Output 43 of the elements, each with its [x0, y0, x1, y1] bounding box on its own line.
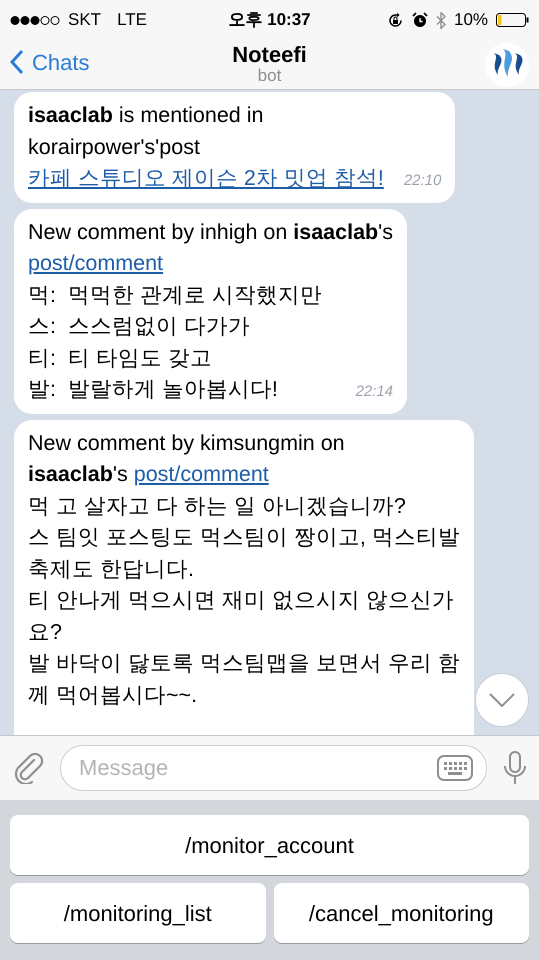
message-text: 스: 스스럼없이 다가가	[28, 313, 250, 340]
keyboard-icon[interactable]	[437, 755, 473, 781]
bot-command-button[interactable]: /monitoring_list	[10, 883, 266, 943]
attach-icon[interactable]	[12, 752, 44, 784]
chat-subtitle: bot	[256, 67, 282, 86]
bot-command-button[interactable]: /cancel_monitoring	[274, 883, 529, 943]
post-link[interactable]: 카페 스튜디오 제이슨 2차 밋업 참석!	[28, 163, 384, 194]
bluetooth-icon	[436, 12, 446, 28]
microphone-icon[interactable]	[503, 751, 527, 785]
bot-command-button[interactable]: /monitor_account	[10, 815, 529, 875]
message-time: 22:14	[354, 382, 394, 402]
message-text: 요?	[28, 618, 62, 646]
message-text: 발 바닥이 닳토록 먹스팀맵을 보면서 우리 함	[28, 650, 460, 677]
message-time: 22:10	[402, 171, 442, 191]
message-text: 먹: 먹먹한 관계로 시작했지만	[28, 282, 322, 308]
message-text: korairpower's'post	[28, 134, 200, 160]
message-text: 발: 발랄하게 놀아봅시다!	[28, 376, 278, 403]
chat-title: Noteefi	[232, 43, 307, 68]
battery-icon	[496, 13, 530, 27]
message-text: 축제도 한답니다.	[28, 556, 194, 582]
battery-percent: 10%	[454, 9, 488, 32]
message-field[interactable]: Message	[60, 745, 487, 791]
post-link[interactable]: post/comment	[134, 459, 269, 490]
message-text: New comment by inhigh on isaaclab's	[28, 218, 394, 246]
message-text: 먹 고 살자고 다 하는 일 아니겠습니까?	[28, 492, 406, 520]
carrier-name: SKT	[68, 9, 102, 32]
back-button[interactable]: Chats	[10, 46, 90, 79]
message-text: 께 먹어봅시다~~.	[28, 682, 198, 708]
message-text: 티: 티 타임도 갖고	[28, 344, 212, 372]
chevron-down-icon	[489, 693, 515, 707]
message-text: 스 팀잇 포스팅도 먹스팀이 짱이고, 먹스티발	[28, 524, 460, 551]
clock: 오후 10:37	[228, 9, 311, 32]
signal-icon	[10, 14, 60, 26]
alarm-icon	[412, 12, 428, 28]
network-type: LTE	[117, 9, 147, 32]
avatar-icon[interactable]	[485, 42, 529, 86]
rotation-lock-icon	[386, 12, 404, 28]
post-link[interactable]: post/comment	[28, 248, 164, 280]
message-text: 티 안나게 먹으시면 재미 없으시지 않으신가	[28, 587, 454, 614]
message-text: isaaclab is mentioned in	[28, 102, 264, 129]
message-text: New comment by kimsungmin on	[28, 430, 345, 456]
message-text: isaaclab's	[28, 461, 128, 488]
back-chevron-icon	[10, 49, 24, 76]
